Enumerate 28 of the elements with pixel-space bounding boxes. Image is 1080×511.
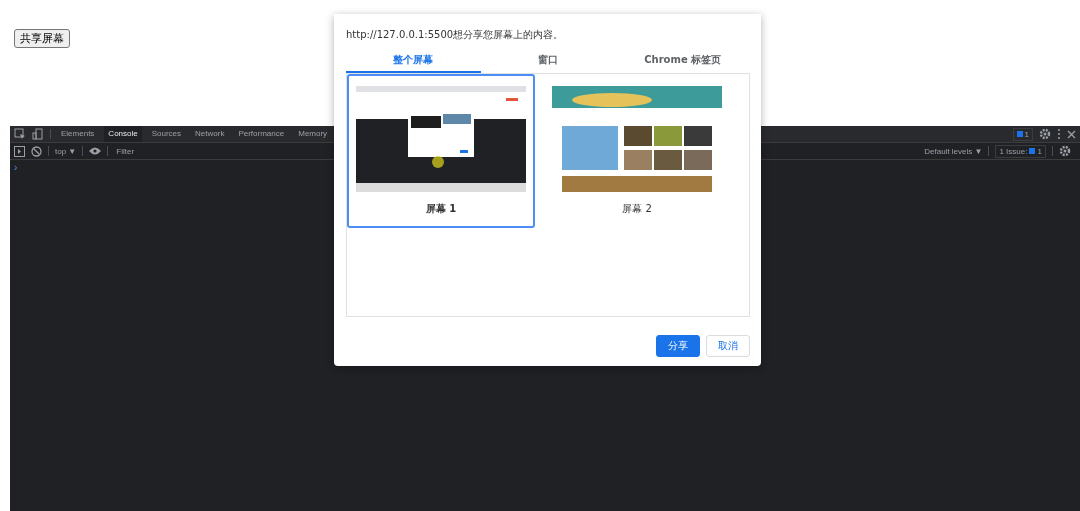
screen-option[interactable]: 屏幕 2 [543, 74, 731, 228]
cancel-button[interactable]: 取消 [706, 335, 750, 357]
message-count-badge[interactable]: 1 [1012, 127, 1033, 141]
console-prompt[interactable]: › [14, 162, 18, 173]
settings-icon[interactable] [1039, 128, 1051, 140]
device-icon[interactable] [32, 128, 44, 140]
devtools-tab[interactable]: Memory [294, 126, 332, 142]
sidebar-icon[interactable] [14, 145, 25, 157]
issues-button[interactable]: 1 Issue: 1 [995, 144, 1046, 158]
devtools-tab[interactable]: Elements [57, 126, 99, 142]
dialog-message: http://127.0.0.1:5500想分享您屏幕上的内容。 [346, 28, 565, 42]
devtools-tab[interactable]: Performance [234, 126, 289, 142]
screen-label: 屏幕 2 [622, 202, 652, 216]
devtools-tab[interactable]: Console [104, 126, 142, 142]
inspect-icon[interactable] [14, 128, 26, 140]
share-screen-button[interactable]: 共享屏幕 [14, 29, 70, 48]
screen-label: 屏幕 1 [425, 202, 457, 216]
more-icon[interactable] [1057, 128, 1061, 140]
devtools-tab[interactable]: Network [191, 126, 229, 142]
screen-option[interactable]: 屏幕 1 [347, 74, 535, 228]
log-levels-dropdown[interactable]: Default levels ▼ [924, 146, 983, 156]
clear-console-icon[interactable] [31, 145, 42, 157]
devtools-tab[interactable]: Sources [147, 126, 186, 142]
eye-icon[interactable] [89, 147, 102, 155]
settings-icon[interactable] [1058, 145, 1071, 157]
close-icon[interactable] [1067, 129, 1076, 139]
share-button[interactable]: 分享 [656, 335, 700, 357]
context-dropdown[interactable]: top ▼ [55, 146, 77, 156]
